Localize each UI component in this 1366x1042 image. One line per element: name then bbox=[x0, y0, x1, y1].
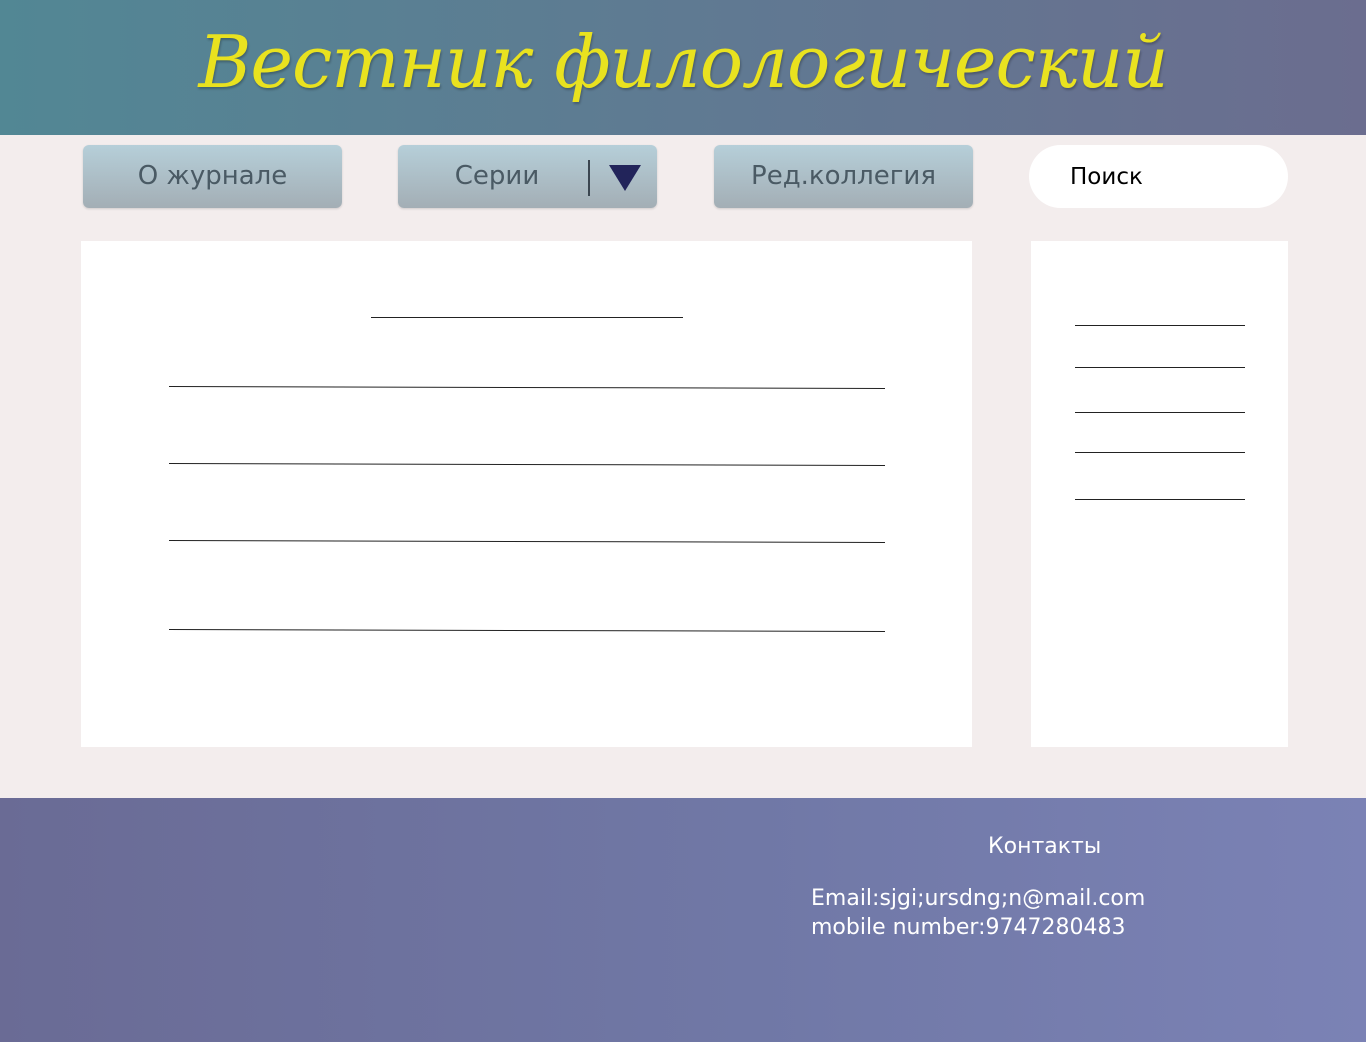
footer-phone: mobile number:9747280483 bbox=[811, 915, 1126, 940]
search-input[interactable] bbox=[1029, 145, 1288, 208]
footer bbox=[0, 798, 1366, 1042]
nav-dropdown-series-label: Серии bbox=[454, 161, 540, 191]
nav-dropdown-series[interactable]: Серии bbox=[398, 145, 657, 208]
main-heading-placeholder-line bbox=[371, 317, 683, 318]
sidebar-placeholder-line bbox=[1075, 452, 1245, 453]
sidebar-placeholder-line bbox=[1075, 325, 1245, 326]
nav-button-editorial-board-label: Ред.коллегия bbox=[751, 161, 936, 191]
footer-contacts-title: Контакты bbox=[988, 834, 1102, 859]
sidebar-placeholder-line bbox=[1075, 412, 1245, 413]
sidebar-placeholder-line bbox=[1075, 367, 1245, 368]
nav-button-editorial-board[interactable]: Ред.коллегия bbox=[714, 145, 973, 208]
nav-button-about-label: О журнале bbox=[137, 161, 288, 191]
site-title: Вестник филологический bbox=[198, 20, 1168, 104]
sidebar-placeholder-line bbox=[1075, 499, 1245, 500]
nav-button-about[interactable]: О журнале bbox=[83, 145, 342, 208]
header-banner: Вестник филологический bbox=[0, 0, 1366, 135]
footer-email: Email:sjgi;ursdng;n@mail.com bbox=[811, 886, 1146, 911]
dropdown-divider bbox=[588, 160, 590, 196]
sidebar-panel bbox=[1031, 241, 1288, 747]
chevron-down-icon[interactable] bbox=[609, 165, 641, 191]
